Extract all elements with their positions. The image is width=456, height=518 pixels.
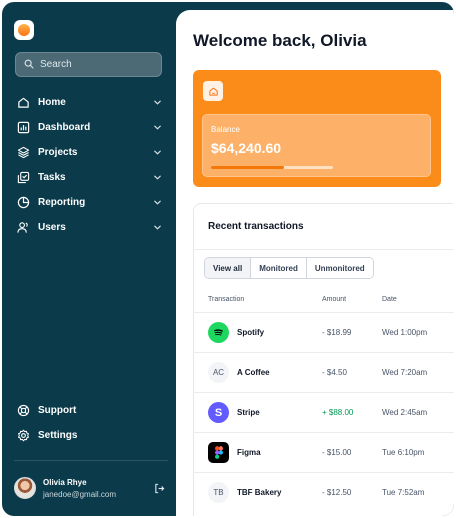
check-square-icon bbox=[16, 171, 30, 185]
transactions-title: Recent transactions bbox=[208, 221, 304, 232]
sidebar-item-reporting[interactable]: Reporting bbox=[16, 190, 162, 215]
sidebar-item-dashboard[interactable]: Dashboard bbox=[16, 115, 162, 140]
sidebar-divider bbox=[14, 460, 168, 461]
sidebar-item-home[interactable]: Home bbox=[16, 90, 162, 115]
search-icon bbox=[24, 56, 34, 74]
layers-icon bbox=[16, 146, 30, 160]
life-buoy-icon bbox=[16, 404, 30, 418]
transaction-amount: - $18.99 bbox=[322, 328, 352, 337]
app-frame: Home Dashboard Projects Tasks Reporting bbox=[2, 2, 454, 516]
filter-unmonitored[interactable]: Unmonitored bbox=[306, 258, 373, 278]
main-panel: Welcome back, Olivia Balance $64,240.60 … bbox=[176, 10, 454, 516]
transaction-name: A Coffee bbox=[237, 368, 270, 377]
user-profile[interactable]: Olivia Rhye janedoe@gmail.com bbox=[14, 472, 166, 504]
column-header-amount: Amount bbox=[322, 296, 347, 303]
transaction-amount: - $4.50 bbox=[322, 368, 347, 377]
column-header-transaction: Transaction bbox=[208, 296, 245, 303]
progress-fill bbox=[211, 166, 285, 169]
filter-monitored[interactable]: Monitored bbox=[251, 258, 307, 278]
sidebar-item-tasks[interactable]: Tasks bbox=[16, 165, 162, 190]
sidebar: Home Dashboard Projects Tasks Reporting bbox=[2, 2, 178, 516]
transaction-date: Wed 2:45am bbox=[382, 408, 428, 417]
sidebar-item-label: Home bbox=[38, 97, 66, 108]
secondary-nav: Support Settings bbox=[16, 398, 162, 448]
gear-icon bbox=[16, 429, 30, 443]
table-row[interactable]: Figma - $15.00 Tue 6:10pm bbox=[194, 432, 454, 472]
filter-view-all[interactable]: View all bbox=[205, 258, 252, 278]
sidebar-item-label: Reporting bbox=[38, 197, 86, 208]
stripe-icon: S bbox=[208, 402, 229, 423]
spotify-icon bbox=[208, 322, 229, 343]
sidebar-item-label: Settings bbox=[38, 430, 78, 441]
sidebar-item-projects[interactable]: Projects bbox=[16, 140, 162, 165]
app-logo[interactable] bbox=[14, 20, 34, 40]
figma-icon bbox=[208, 442, 229, 463]
initials-avatar: TB bbox=[208, 482, 229, 503]
table-header: Transaction Amount Date bbox=[194, 296, 454, 312]
page-title: Welcome back, Olivia bbox=[193, 31, 367, 50]
sidebar-item-support[interactable]: Support bbox=[16, 398, 162, 423]
transaction-date: Tue 7:52am bbox=[382, 488, 425, 497]
sidebar-item-label: Projects bbox=[38, 147, 78, 158]
sidebar-item-label: Dashboard bbox=[38, 122, 91, 133]
transaction-name: Figma bbox=[237, 448, 261, 457]
transaction-name: Spotify bbox=[237, 328, 265, 337]
transaction-name: Stripe bbox=[237, 408, 260, 417]
chevron-down-icon[interactable] bbox=[152, 98, 162, 108]
transaction-amount: + $88.00 bbox=[322, 408, 354, 417]
balance-panel: Balance $64,240.60 bbox=[202, 114, 431, 177]
balance-label: Balance bbox=[211, 125, 240, 134]
logout-icon[interactable] bbox=[152, 481, 166, 495]
transaction-filter: View all Monitored Unmonitored bbox=[204, 257, 374, 279]
table-row[interactable]: S Stripe + $88.00 Wed 2:45am bbox=[194, 392, 454, 432]
sidebar-item-label: Support bbox=[38, 405, 77, 416]
sidebar-item-users[interactable]: Users bbox=[16, 215, 162, 240]
chevron-down-icon[interactable] bbox=[152, 173, 162, 183]
chevron-down-icon[interactable] bbox=[152, 148, 162, 158]
user-info: Olivia Rhye janedoe@gmail.com bbox=[43, 478, 152, 499]
transaction-amount: - $12.50 bbox=[322, 488, 352, 497]
sidebar-item-settings[interactable]: Settings bbox=[16, 423, 162, 448]
balance-card: Balance $64,240.60 bbox=[193, 70, 441, 187]
sidebar-item-label: Users bbox=[38, 222, 66, 233]
chevron-down-icon[interactable] bbox=[152, 223, 162, 233]
primary-nav: Home Dashboard Projects Tasks Reporting bbox=[16, 90, 162, 240]
table-row[interactable]: TB TBF Bakery - $12.50 Tue 7:52am bbox=[194, 472, 454, 512]
transaction-date: Tue 6:10pm bbox=[382, 448, 425, 457]
pie-chart-icon bbox=[16, 196, 30, 210]
initials-avatar: AC bbox=[208, 362, 229, 383]
logo-mark bbox=[18, 24, 30, 36]
transaction-date: Wed 1:00pm bbox=[382, 328, 428, 337]
column-header-date: Date bbox=[382, 296, 397, 303]
transactions-card: Recent transactions View all Monitored U… bbox=[193, 203, 454, 516]
users-icon bbox=[16, 221, 30, 235]
table-row[interactable]: Spotify - $18.99 Wed 1:00pm bbox=[194, 312, 454, 352]
table-row[interactable]: AC A Coffee - $4.50 Wed 7:20am bbox=[194, 352, 454, 392]
bar-chart-icon bbox=[16, 121, 30, 135]
user-name: Olivia Rhye bbox=[43, 477, 87, 487]
home-icon[interactable] bbox=[203, 81, 223, 101]
transaction-amount: - $15.00 bbox=[322, 448, 352, 457]
home-icon bbox=[16, 96, 30, 110]
search-box[interactable] bbox=[15, 52, 162, 77]
balance-progress-bar bbox=[211, 166, 333, 169]
divider bbox=[194, 249, 454, 250]
avatar[interactable] bbox=[14, 477, 36, 499]
chevron-down-icon[interactable] bbox=[152, 123, 162, 133]
balance-value: $64,240.60 bbox=[211, 140, 282, 156]
transaction-name: TBF Bakery bbox=[237, 488, 282, 497]
search-input[interactable] bbox=[40, 59, 150, 70]
sidebar-item-label: Tasks bbox=[38, 172, 66, 183]
user-email: janedoe@gmail.com bbox=[43, 489, 117, 499]
transactions-table: Spotify - $18.99 Wed 1:00pm AC A Coffee … bbox=[194, 312, 454, 512]
chevron-down-icon[interactable] bbox=[152, 198, 162, 208]
transaction-date: Wed 7:20am bbox=[382, 368, 428, 377]
